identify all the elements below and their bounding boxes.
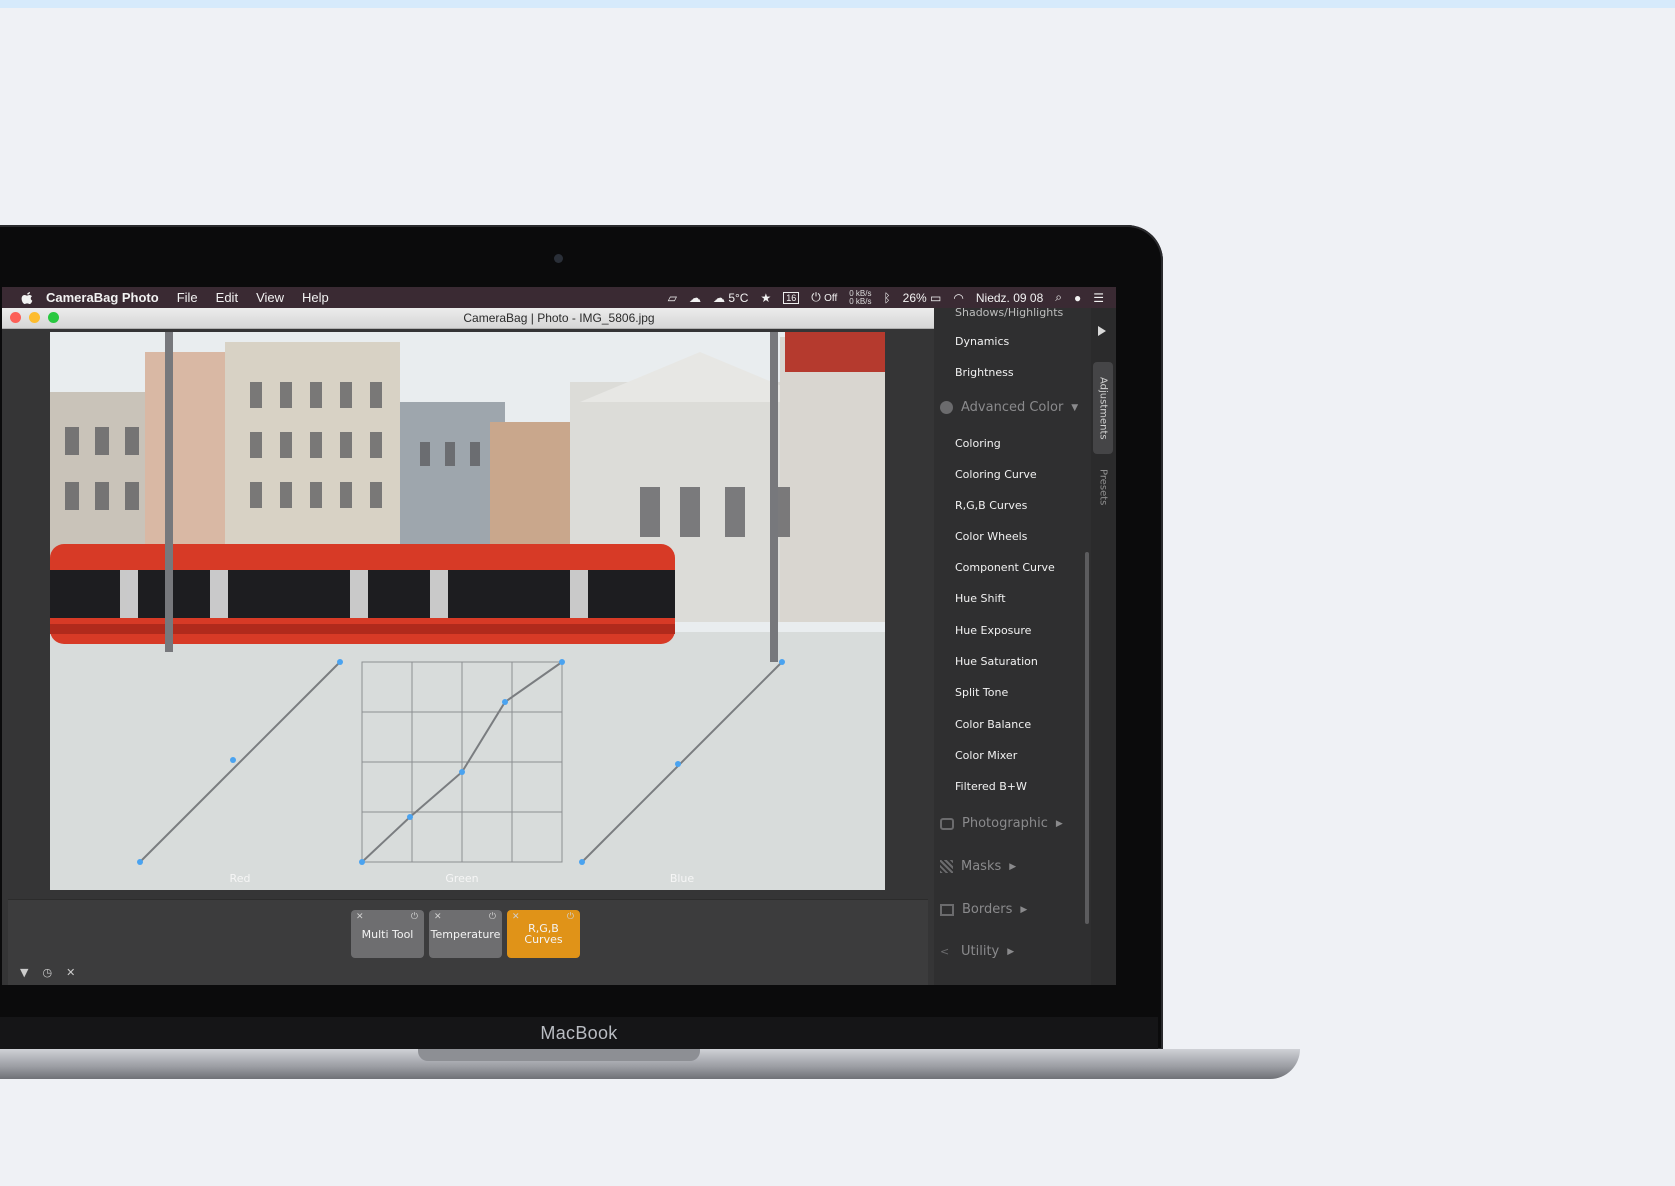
section-masks[interactable]: Masks ▶ xyxy=(940,859,1016,874)
clear-icon[interactable]: ✕ xyxy=(66,966,75,979)
wifi-icon[interactable]: ◠ xyxy=(953,291,963,305)
close-button[interactable] xyxy=(10,312,21,323)
green-curve-label: Green xyxy=(445,872,478,885)
tool-tile-rgb-curves[interactable]: ✕ ⏻ R,G,B Curves xyxy=(507,910,580,958)
apple-icon[interactable] xyxy=(20,291,34,305)
section-borders[interactable]: Borders ▶ xyxy=(940,902,1027,917)
app-menu[interactable]: CameraBag Photo xyxy=(46,290,159,305)
camera-icon xyxy=(940,817,954,830)
chevron-right-icon: ▶ xyxy=(1020,904,1028,915)
status-area: ▱ ☁ ☁ 5°C ★ 16 ⏻ Off 0 kB/s 0 kB/s ᛒ 26%… xyxy=(668,287,1104,308)
sidebar-item-shadows-highlights[interactable]: Shadows/Highlights xyxy=(955,308,1063,319)
sidebar-item-dynamics[interactable]: Dynamics xyxy=(955,335,1009,348)
sidebar-item-color-mixer[interactable]: Color Mixer xyxy=(955,749,1017,762)
border-icon xyxy=(940,903,954,916)
clock[interactable]: Niedz. 09 08 xyxy=(976,291,1043,305)
laptop-chin: MacBook xyxy=(0,1017,1158,1049)
laptop-notch xyxy=(418,1049,700,1061)
blue-curve-point[interactable] xyxy=(779,659,785,665)
zoom-button[interactable] xyxy=(48,312,59,323)
bluetooth-icon[interactable]: ᛒ xyxy=(883,291,890,305)
page-top-band xyxy=(0,0,1675,8)
section-advanced-color[interactable]: Advanced Color ▼ xyxy=(940,400,1078,415)
blue-curve-point[interactable] xyxy=(675,761,681,767)
minimize-button[interactable] xyxy=(29,312,40,323)
weather-item[interactable]: ☁ 5°C xyxy=(713,291,748,305)
battery-item[interactable]: 26% ▭ xyxy=(903,291,942,305)
photo-canvas[interactable]: Red Green Blue xyxy=(50,332,885,890)
chevron-right-icon: ▶ xyxy=(1009,861,1017,872)
sidebar-item-component-curve[interactable]: Component Curve xyxy=(955,561,1055,574)
calendar-icon[interactable]: 16 xyxy=(783,291,800,304)
siri-icon[interactable]: ● xyxy=(1074,291,1081,305)
sidebar-item-hue-shift[interactable]: Hue Shift xyxy=(955,592,1006,605)
star-icon[interactable]: ★ xyxy=(760,291,771,305)
laptop-brand-label: MacBook xyxy=(540,1022,618,1043)
sidebar-scrollbar[interactable] xyxy=(1085,552,1089,924)
green-curve-point[interactable] xyxy=(559,659,565,665)
remove-icon[interactable]: ✕ xyxy=(434,912,442,923)
tool-tile-multi-tool[interactable]: ✕ ⏻ Multi Tool xyxy=(351,910,424,958)
history-icon[interactable]: ◷ xyxy=(42,966,52,979)
palette-icon xyxy=(940,401,953,414)
remove-icon[interactable]: ✕ xyxy=(512,912,520,923)
sidebar-item-rgb-curves[interactable]: R,G,B Curves xyxy=(955,499,1027,512)
chevron-right-icon: ▶ xyxy=(1055,818,1063,829)
screen: CameraBag Photo File Edit View Help ▱ ☁ … xyxy=(2,287,1116,985)
red-curve-point[interactable] xyxy=(137,859,143,865)
tab-adjustments[interactable]: Adjustments xyxy=(1093,362,1113,454)
mask-icon xyxy=(940,860,953,873)
green-curve-point[interactable] xyxy=(459,769,465,775)
sidebar-item-filtered-bw[interactable]: Filtered B+W xyxy=(955,780,1027,793)
play-icon[interactable] xyxy=(1098,326,1106,336)
sidebar-item-color-balance[interactable]: Color Balance xyxy=(955,718,1031,731)
search-icon[interactable]: ⌕ xyxy=(1055,290,1062,305)
network-monitor[interactable]: 0 kB/s 0 kB/s xyxy=(849,289,871,306)
sidebar-item-brightness[interactable]: Brightness xyxy=(955,366,1014,379)
webcam xyxy=(554,254,563,263)
document-icon[interactable]: ▱ xyxy=(668,291,677,305)
power-icon[interactable]: ⏻ xyxy=(489,912,496,923)
menu-view[interactable]: View xyxy=(256,290,284,305)
chevron-down-icon: ▼ xyxy=(1071,402,1079,413)
green-curve-point[interactable] xyxy=(502,699,508,705)
section-utility[interactable]: < Utility ▶ xyxy=(940,944,1014,959)
notification-center-icon[interactable]: ☰ xyxy=(1093,291,1104,305)
creative-cloud-icon[interactable]: ☁ xyxy=(689,291,701,305)
red-curve-label: Red xyxy=(230,872,251,885)
remove-icon[interactable]: ✕ xyxy=(356,912,364,923)
menu-help[interactable]: Help xyxy=(302,290,329,305)
sidebar-item-hue-saturation[interactable]: Hue Saturation xyxy=(955,655,1038,668)
sidebar-item-color-wheels[interactable]: Color Wheels xyxy=(955,530,1027,543)
chevron-right-icon: ▶ xyxy=(1007,946,1015,957)
sidebar-item-coloring[interactable]: Coloring xyxy=(955,437,1001,450)
red-curve-point[interactable] xyxy=(337,659,343,665)
green-curve-point[interactable] xyxy=(359,859,365,865)
tab-presets[interactable]: Presets xyxy=(1093,460,1113,514)
blue-curve-point[interactable] xyxy=(579,859,585,865)
section-photographic[interactable]: Photographic ▶ xyxy=(940,816,1063,831)
power-icon[interactable]: ⏻ xyxy=(567,912,574,923)
utility-icon: < xyxy=(940,945,950,958)
tool-dock: ✕ ⏻ Multi Tool ✕ ⏻ Temperature ✕ ⏻ R,G,B… xyxy=(8,899,928,985)
sidebar-item-hue-exposure[interactable]: Hue Exposure xyxy=(955,624,1031,637)
sidebar-tabs: Adjustments Presets xyxy=(1091,308,1116,985)
dnd-item[interactable]: ⏻ Off xyxy=(811,290,837,305)
window-title: CameraBag | Photo - IMG_5806.jpg xyxy=(463,311,655,325)
green-curve-point[interactable] xyxy=(407,814,413,820)
power-icon[interactable]: ⏻ xyxy=(411,912,418,923)
menu-file[interactable]: File xyxy=(177,290,198,305)
sidebar-item-coloring-curve[interactable]: Coloring Curve xyxy=(955,468,1037,481)
sidebar-item-split-tone[interactable]: Split Tone xyxy=(955,686,1008,699)
menu-edit[interactable]: Edit xyxy=(216,290,238,305)
menu-bar: CameraBag Photo File Edit View Help ▱ ☁ … xyxy=(2,287,1116,308)
adjustments-sidebar: Shadows/Highlights Dynamics Brightness A… xyxy=(934,308,1091,985)
blue-curve-label: Blue xyxy=(670,872,695,885)
tool-tile-temperature[interactable]: ✕ ⏻ Temperature xyxy=(429,910,502,958)
red-curve-point[interactable] xyxy=(230,757,236,763)
collapse-icon[interactable]: ▼ xyxy=(20,966,28,979)
